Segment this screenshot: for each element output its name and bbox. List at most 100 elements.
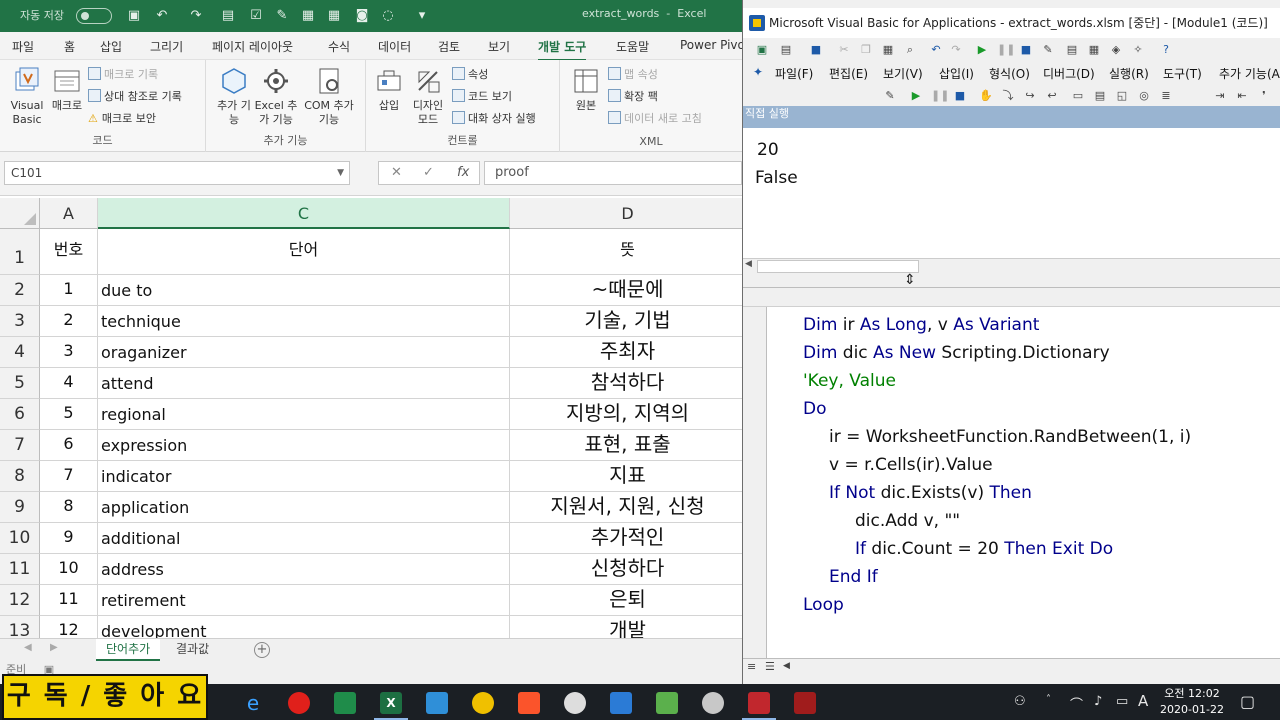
view-code-button[interactable]: 코드 보기	[452, 88, 512, 106]
tab-view[interactable]: 보기	[488, 38, 510, 55]
confirm-icon[interactable]: ✓	[423, 165, 434, 180]
cell-num[interactable]: 8	[40, 492, 98, 523]
opera-icon[interactable]	[288, 692, 310, 714]
cell-meaning[interactable]: 추가적인	[510, 523, 742, 554]
customize-qat-icon[interactable]: ▾	[414, 8, 430, 24]
quick-watch-icon[interactable]: ◎	[1137, 89, 1151, 103]
menu-tools[interactable]: 도구(T)	[1163, 65, 1202, 82]
code-line-9[interactable]: If dic.Count = 20 Then Exit Do	[855, 539, 1113, 559]
cell-word[interactable]: oraganizer	[98, 337, 510, 368]
row-header[interactable]: 8	[0, 461, 40, 492]
cell-word[interactable]: application	[98, 492, 510, 523]
undo-icon[interactable]: ↶	[154, 8, 170, 24]
app-icon[interactable]	[564, 692, 586, 714]
save-icon[interactable]: ▣	[126, 8, 142, 24]
scroll-left-icon[interactable]: ◀	[783, 661, 790, 671]
break-icon[interactable]: ❚❚	[997, 43, 1015, 57]
name-box[interactable]: C101 ▼	[4, 161, 350, 185]
shape-icon[interactable]: ◌	[380, 8, 396, 24]
select-all-corner[interactable]	[0, 198, 40, 229]
undo-icon[interactable]: ↶	[929, 43, 943, 57]
cell-num[interactable]: 6	[40, 430, 98, 461]
ime-indicator[interactable]: A	[1138, 692, 1148, 710]
macro-button[interactable]: 매크로	[50, 66, 84, 113]
menu-view[interactable]: 보기(V)	[883, 65, 923, 82]
indent-icon[interactable]: ⇥	[1213, 89, 1227, 103]
cell-meaning[interactable]: 지방의, 지역의	[510, 399, 742, 430]
tab-data[interactable]: 데이터	[378, 38, 411, 55]
cell-word[interactable]: additional	[98, 523, 510, 554]
menu-addins[interactable]: 추가 기능(A)	[1219, 65, 1280, 82]
code-line-8[interactable]: dic.Add v, ""	[855, 511, 960, 531]
addins-button[interactable]: 추가 기능	[216, 66, 252, 127]
menu-insert[interactable]: 삽입(I)	[939, 65, 974, 82]
code-line-2[interactable]: Dim dic As New Scripting.Dictionary	[803, 343, 1110, 363]
tab-draw[interactable]: 그리기	[150, 38, 183, 55]
taskbar-clock[interactable]: 오전 12:02 2020-01-22	[1156, 686, 1228, 718]
cell-num[interactable]: 11	[40, 585, 98, 616]
cell-meaning[interactable]: 주최자	[510, 337, 742, 368]
scroll-left-icon[interactable]: ◀	[745, 259, 752, 269]
excel-taskbar-icon[interactable]: X	[374, 692, 408, 720]
cell-num[interactable]: 10	[40, 554, 98, 585]
row-header[interactable]: 3	[0, 306, 40, 337]
cell-word[interactable]: expression	[98, 430, 510, 461]
step-out-icon[interactable]: ↩	[1045, 89, 1059, 103]
cell-num[interactable]: 7	[40, 461, 98, 492]
expansion-packs-button[interactable]: 확장 팩	[608, 88, 658, 106]
cancel-icon[interactable]: ✕	[391, 165, 402, 180]
vscode-icon[interactable]	[610, 692, 632, 714]
call-stack-icon[interactable]: ≣	[1159, 89, 1173, 103]
menu-file[interactable]: 파일(F)	[775, 65, 813, 82]
break-icon[interactable]: ❚❚	[931, 89, 949, 103]
header-cell-num[interactable]: 번호	[40, 229, 98, 275]
cell-word[interactable]: retirement	[98, 585, 510, 616]
tab-power-pivot[interactable]: Power Pivot	[680, 38, 750, 52]
code-line-5[interactable]: ir = WorksheetFunction.RandBetween(1, i)	[829, 427, 1191, 447]
cell-num[interactable]: 12	[40, 616, 98, 638]
cell-word[interactable]: attend	[98, 368, 510, 399]
people-icon[interactable]: ⚇	[1014, 694, 1026, 709]
cell-meaning[interactable]: 기술, 기법	[510, 306, 742, 337]
redo-icon[interactable]: ↷	[188, 8, 204, 24]
tab-page-layout[interactable]: 페이지 레이아웃	[212, 38, 293, 55]
procedure-view-icon[interactable]: ≡	[747, 660, 756, 673]
cell-meaning[interactable]: ~때문에	[510, 275, 742, 306]
access-icon[interactable]	[742, 692, 776, 720]
run-icon[interactable]: ▶	[909, 89, 923, 103]
cell-meaning[interactable]: 참석하다	[510, 368, 742, 399]
header-cell-word[interactable]: 단어	[98, 229, 510, 275]
code-line-10[interactable]: End If	[829, 567, 878, 587]
window-splitter[interactable]: ⇕	[743, 272, 1280, 288]
code-line-6[interactable]: v = r.Cells(ir).Value	[829, 455, 993, 475]
toolbox-icon[interactable]: ✧	[1131, 43, 1145, 57]
cell-num[interactable]: 2	[40, 306, 98, 337]
map-properties-button[interactable]: 맵 속성	[608, 66, 658, 84]
cell-num[interactable]: 5	[40, 399, 98, 430]
sheet-tab-add-words[interactable]: 단어추가	[96, 639, 161, 661]
run-icon[interactable]: ▶	[975, 43, 989, 57]
row-header[interactable]: 7	[0, 430, 40, 461]
row-header[interactable]: 11	[0, 554, 40, 585]
check-icon[interactable]: ☑	[248, 8, 264, 24]
toggle-breakpoint-icon[interactable]: ✋	[979, 89, 993, 103]
tab-developer[interactable]: 개발 도구	[538, 38, 587, 62]
code-line-7[interactable]: If Not dic.Exists(v) Then	[829, 483, 1032, 503]
step-into-icon[interactable]: ⤵	[1001, 89, 1015, 103]
cell-meaning[interactable]: 은퇴	[510, 585, 742, 616]
properties-button[interactable]: 속성	[452, 66, 488, 84]
vba-menu-icon[interactable]: ✦	[753, 65, 763, 79]
app-icon[interactable]	[426, 692, 448, 714]
row-header[interactable]: 6	[0, 399, 40, 430]
network-icon[interactable]: ⌒	[1070, 694, 1083, 713]
cell-word[interactable]: technique	[98, 306, 510, 337]
design-mode-icon[interactable]: ✎	[1041, 43, 1055, 57]
project-explorer-icon[interactable]: ▤	[1065, 43, 1079, 57]
app-icon[interactable]	[702, 692, 724, 714]
row-header[interactable]: 13	[0, 616, 40, 638]
insert-control-button[interactable]: 삽입	[372, 66, 406, 113]
tab-formulas[interactable]: 수식	[328, 38, 350, 55]
cut-icon[interactable]: ✂	[837, 43, 851, 57]
row-header[interactable]: 2	[0, 275, 40, 306]
record-macro-button[interactable]: 매크로 기록	[88, 66, 158, 84]
